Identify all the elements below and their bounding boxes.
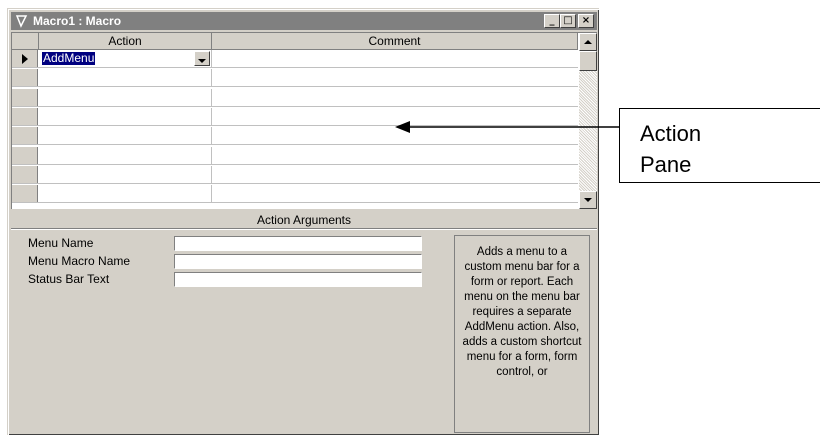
callout-line-1: Action <box>640 121 702 146</box>
action-pane-callout: Action Pane <box>619 108 820 183</box>
callout-arrow <box>395 121 620 133</box>
callout-line-2: Pane <box>640 152 692 177</box>
